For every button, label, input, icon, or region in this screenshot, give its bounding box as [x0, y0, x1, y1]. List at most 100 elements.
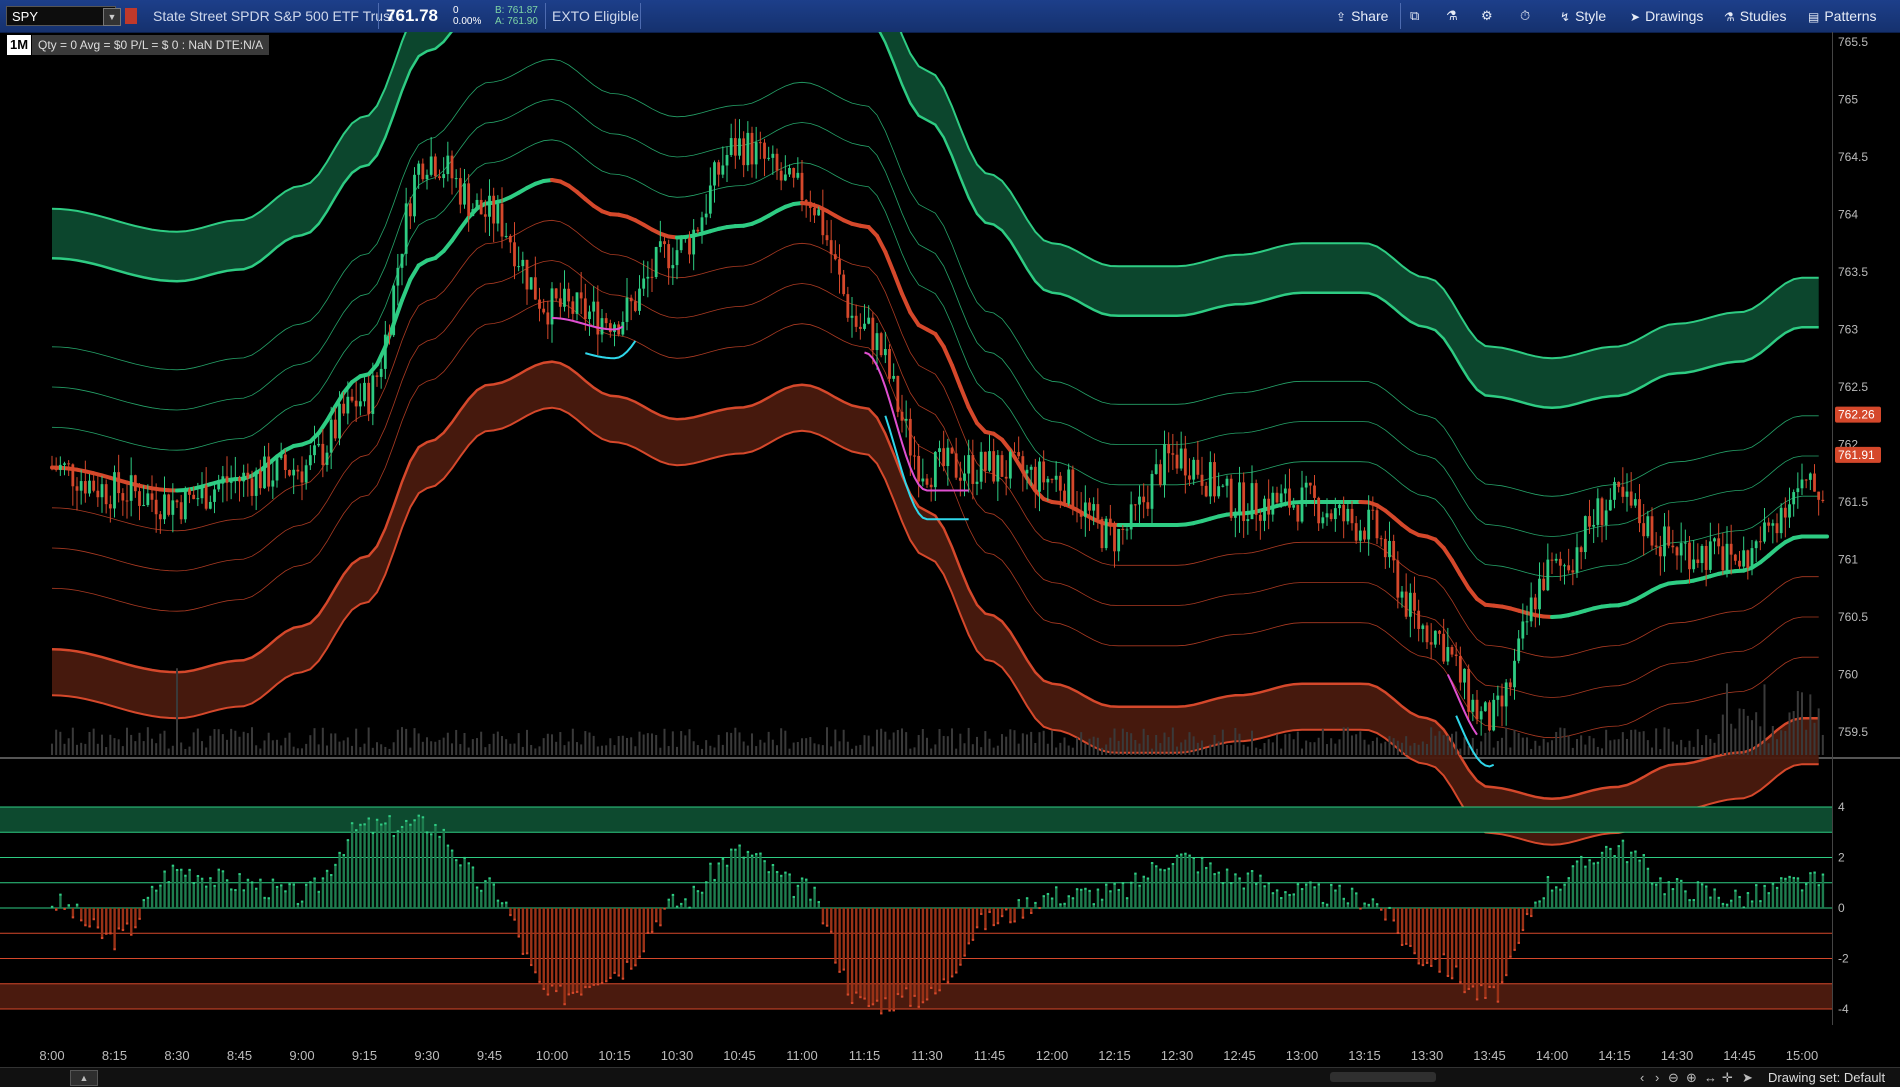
osc-line-point: [1751, 900, 1753, 902]
scroll-right-icon[interactable]: ›: [1655, 1070, 1659, 1085]
timeframe-icon[interactable]: ⏱: [1520, 8, 1530, 24]
osc-area-bar: [580, 908, 582, 995]
candle-body: [1117, 529, 1120, 551]
osc-area-bar: [1818, 885, 1820, 908]
osc-area-bar: [809, 900, 811, 908]
scroll-left-icon[interactable]: ‹: [1640, 1070, 1644, 1085]
osc-line-point: [1388, 907, 1390, 909]
link-flag-icon[interactable]: [125, 8, 137, 24]
candle-body: [1496, 696, 1499, 700]
osc-area-bar: [243, 890, 245, 908]
pointer-icon[interactable]: ➤: [1742, 1070, 1753, 1086]
osc-area-bar: [155, 891, 157, 908]
osc-line-point: [1618, 845, 1620, 847]
candle-body: [467, 183, 470, 216]
candle-body: [1159, 464, 1162, 485]
osc-line-point: [1688, 899, 1690, 901]
osc-line-point: [1188, 855, 1190, 857]
style-button[interactable]: ↯Style: [1560, 8, 1606, 24]
pan-icon[interactable]: ↔: [1704, 1070, 1717, 1085]
price-tick-label: 761.5: [1838, 495, 1868, 509]
osc-line-point: [93, 918, 95, 920]
volume-bar: [1180, 742, 1182, 755]
volume-bar: [284, 738, 286, 755]
time-tick-label: 8:30: [164, 1048, 189, 1063]
volume-bar: [159, 734, 161, 755]
osc-area-bar: [138, 908, 140, 919]
osc-area-bar: [705, 882, 707, 908]
osc-line-point: [472, 866, 474, 868]
volume-bar: [1580, 735, 1582, 755]
candle-body: [905, 419, 908, 421]
candle-body: [913, 455, 916, 456]
osc-line-point: [634, 964, 636, 966]
osc-area-bar: [1638, 861, 1640, 908]
zoom-out-icon[interactable]: ⊖: [1668, 1070, 1679, 1086]
last-price: 761.78: [386, 6, 438, 26]
aggregation-badge[interactable]: 1M: [7, 35, 31, 55]
osc-area-bar: [1255, 884, 1257, 908]
center-line-segment: [894, 272, 902, 293]
candle-body: [1034, 467, 1037, 492]
window-icon[interactable]: ⧉: [1410, 8, 1419, 24]
candle-body: [221, 476, 224, 483]
osc-line-point: [893, 1009, 895, 1011]
volume-bar: [505, 739, 507, 755]
zoom-in-icon[interactable]: ⊕: [1686, 1070, 1697, 1086]
candle-body: [1646, 516, 1649, 536]
candle-body: [117, 472, 120, 493]
patterns-button[interactable]: ▤Patterns: [1808, 8, 1876, 24]
osc-area-bar: [1630, 853, 1632, 908]
collapse-icon[interactable]: ▲: [70, 1070, 98, 1086]
candle-body: [126, 500, 129, 501]
volume-bar: [1309, 742, 1311, 755]
symbol-dropdown-icon[interactable]: ▼: [103, 8, 121, 26]
osc-line-point: [488, 877, 490, 879]
candle-body: [692, 230, 695, 255]
osc-area-bar: [751, 856, 753, 908]
volume-bar: [839, 741, 841, 755]
candle-body: [1188, 475, 1191, 479]
osc-area-bar: [718, 863, 720, 908]
osc-line-point: [1563, 884, 1565, 886]
osc-line-point: [1168, 868, 1170, 870]
studies-button[interactable]: ⚗Studies: [1724, 8, 1786, 24]
osc-line-point: [588, 986, 590, 988]
osc-area-bar: [305, 885, 307, 908]
candle-body: [134, 475, 137, 491]
drawing-set-label[interactable]: Drawing set: Default: [1768, 1070, 1885, 1085]
gear-icon[interactable]: ⚙: [1481, 8, 1493, 24]
osc-line-point: [384, 822, 386, 824]
drawings-button[interactable]: ➤Drawings: [1630, 8, 1703, 24]
crosshair-icon[interactable]: ✛: [1722, 1070, 1733, 1086]
horizontal-scrollbar[interactable]: [1330, 1072, 1436, 1082]
osc-line-point: [234, 889, 236, 891]
chart-area[interactable]: 759.5760760.5761761.5762762.5763763.5764…: [0, 32, 1900, 1067]
volume-bar: [1197, 743, 1199, 755]
volume-bar: [168, 749, 170, 755]
osc-line-point: [1788, 876, 1790, 878]
volume-bar: [1168, 737, 1170, 755]
candle-body: [330, 420, 333, 453]
candle-body: [471, 209, 474, 216]
osc-area-bar: [863, 908, 865, 999]
osc-area-bar: [1797, 878, 1799, 908]
symbol-input[interactable]: SPY: [6, 6, 116, 26]
osc-line-point: [409, 824, 411, 826]
volume-bar: [1534, 741, 1536, 755]
flask-icon[interactable]: ⚗: [1446, 8, 1458, 24]
osc-line-point: [1505, 974, 1507, 976]
candle-body: [1055, 476, 1058, 480]
osc-line-point: [1105, 884, 1107, 886]
share-icon: ⇪: [1336, 10, 1346, 24]
osc-line-point: [868, 1005, 870, 1007]
share-button[interactable]: ⇪Share: [1336, 8, 1388, 24]
change-value: 0: [453, 5, 481, 16]
candle-body: [1342, 505, 1345, 522]
volume-bar: [1593, 738, 1595, 755]
candle-body: [63, 463, 66, 465]
candle-body: [463, 183, 466, 204]
volume-bar: [868, 736, 870, 755]
volume-bar: [459, 744, 461, 755]
osc-line-point: [713, 879, 715, 881]
